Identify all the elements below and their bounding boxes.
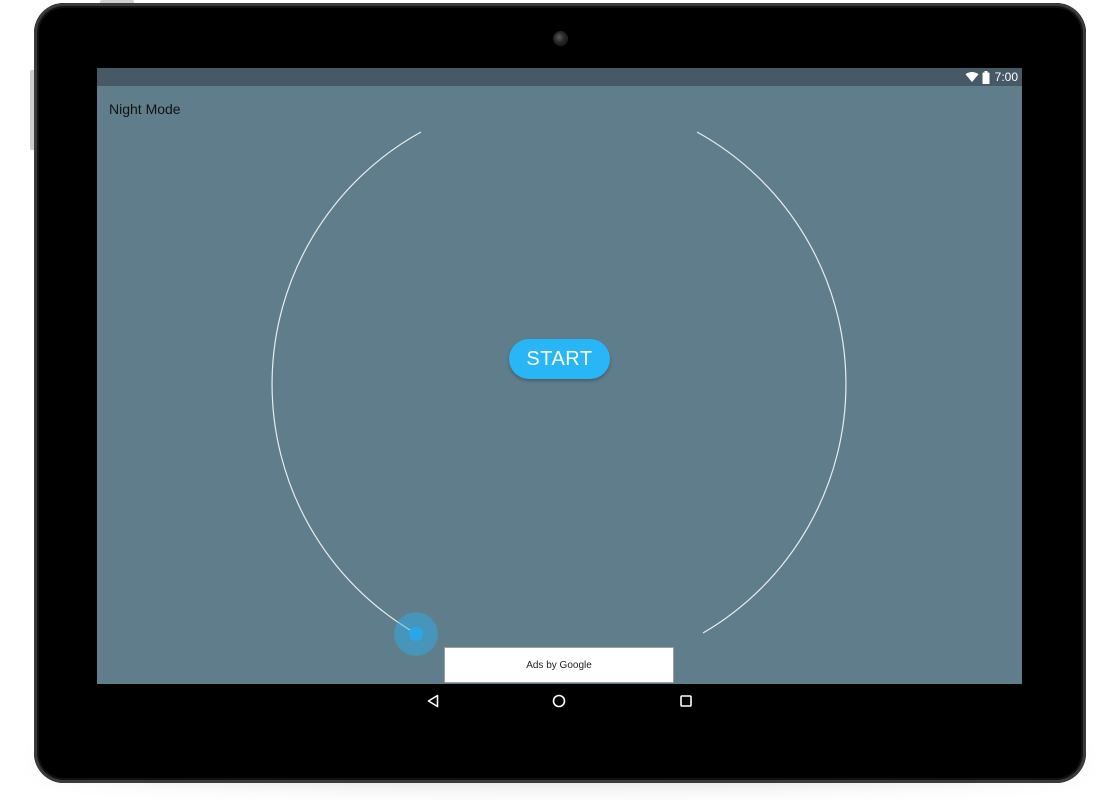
ad-banner[interactable]: Ads by Google [444,647,674,683]
dial-arc-right [696,131,847,634]
navigation-bar [97,684,1022,718]
home-icon [552,694,566,708]
device-frame: 7:00 Night Mode START Ads by Google [0,0,1118,800]
dial-handle-core [409,627,423,641]
dial-handle[interactable] [395,613,437,655]
back-button[interactable] [422,690,444,712]
recents-button[interactable] [675,690,697,712]
screen: 7:00 Night Mode START Ads by Google [97,68,1022,684]
home-button[interactable] [548,690,570,712]
dial-arc-left [271,131,422,634]
recents-icon [680,695,692,707]
ad-label: Ads by Google [526,659,592,671]
front-camera [554,32,567,45]
back-icon [427,694,439,708]
start-button[interactable]: START [509,339,610,379]
